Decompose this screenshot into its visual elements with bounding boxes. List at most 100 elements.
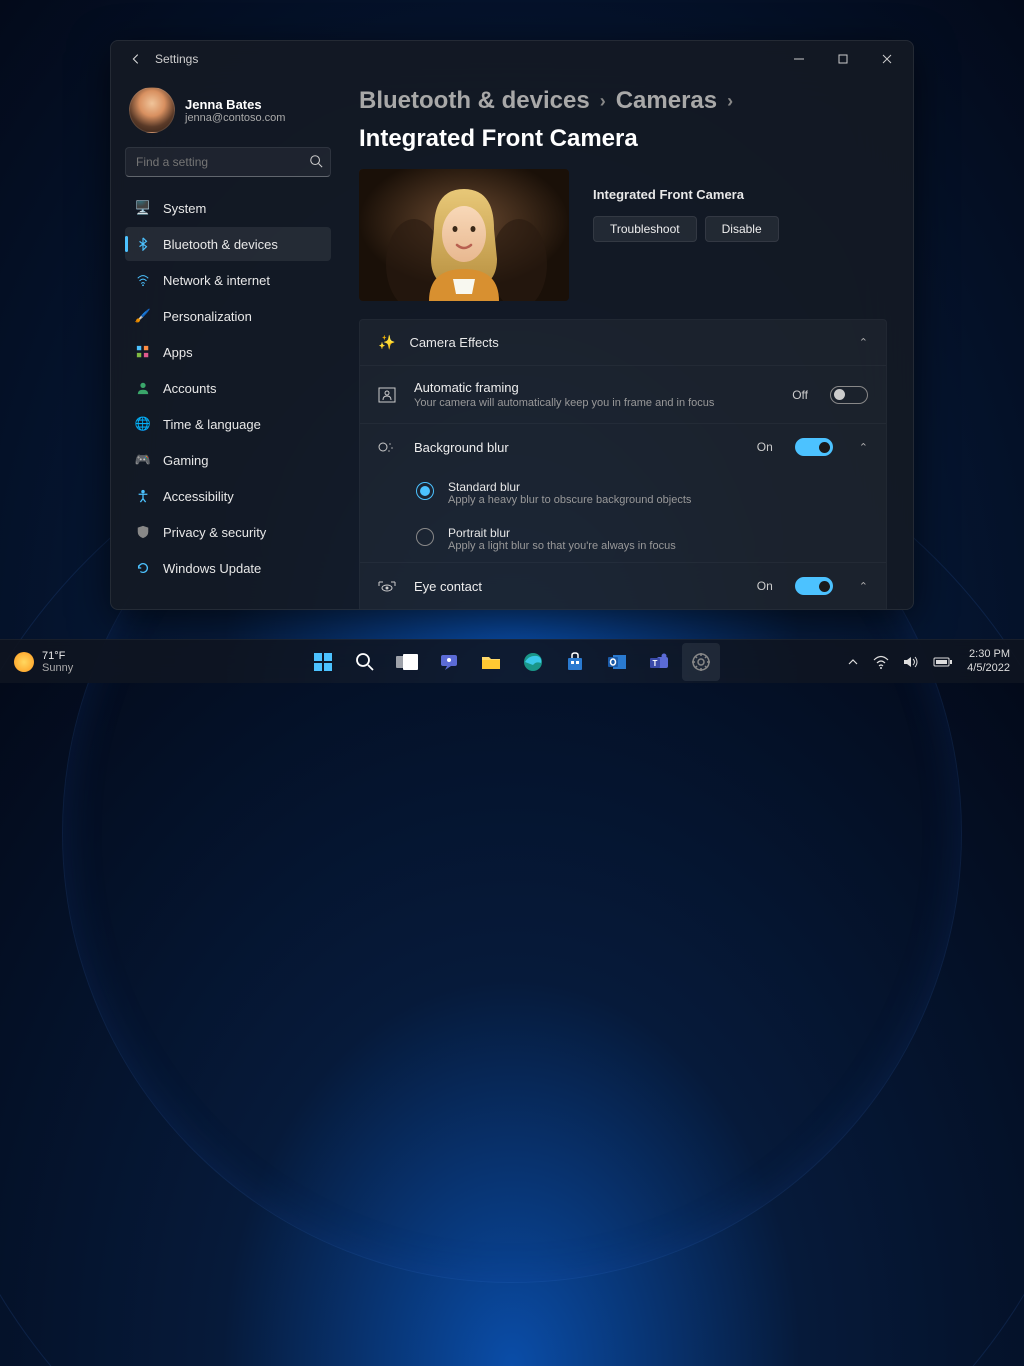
minimize-button[interactable] <box>777 43 821 75</box>
sidebar-item-privacy[interactable]: Privacy & security <box>125 515 331 549</box>
shield-icon <box>135 524 151 540</box>
window-title: Settings <box>155 52 777 66</box>
tray-chevron-icon[interactable] <box>847 656 859 668</box>
sidebar-item-bluetooth[interactable]: Bluetooth & devices <box>125 227 331 261</box>
blur-toggle[interactable] <box>795 438 833 456</box>
update-icon <box>135 560 151 576</box>
standard-blur-option[interactable]: Standard blur Apply a heavy blur to obsc… <box>360 470 886 516</box>
blur-title: Background blur <box>414 440 741 455</box>
titlebar: Settings <box>111 41 913 77</box>
sidebar: Jenna Bates jenna@contoso.com 🖥️ System <box>111 77 341 609</box>
camera-preview <box>359 169 569 301</box>
globe-icon: 🌐 <box>135 416 151 432</box>
svg-text:T: T <box>653 659 658 668</box>
option-title: Standard blur <box>448 480 691 494</box>
search-input[interactable] <box>125 147 331 177</box>
breadcrumb: Bluetooth & devices › Cameras › Integrat… <box>359 87 887 153</box>
eye-toggle[interactable] <box>795 577 833 595</box>
brush-icon: 🖌️ <box>135 308 151 324</box>
bluetooth-icon <box>135 236 151 252</box>
accessibility-icon <box>135 488 151 504</box>
tray-volume-icon[interactable] <box>903 655 919 669</box>
sparkle-icon: ✨ <box>378 334 395 351</box>
standard-blur-radio[interactable] <box>416 482 434 500</box>
weather-cond: Sunny <box>42 662 73 674</box>
edge-button[interactable] <box>514 643 552 681</box>
framing-icon <box>378 387 398 403</box>
task-view-button[interactable] <box>388 643 426 681</box>
apps-icon <box>135 344 151 360</box>
chevron-up-icon: ⌃ <box>859 580 868 593</box>
chat-button[interactable] <box>430 643 468 681</box>
automatic-framing-row: Automatic framing Your camera will autom… <box>360 365 886 423</box>
sidebar-item-network[interactable]: Network & internet <box>125 263 331 297</box>
sidebar-item-accounts[interactable]: Accounts <box>125 371 331 405</box>
avatar <box>129 87 175 133</box>
settings-window: Settings Jenna Bates jenna@contoso.com <box>110 40 914 610</box>
maximize-button[interactable] <box>821 43 865 75</box>
back-button[interactable] <box>125 52 147 66</box>
option-desc: Apply a light blur so that you're always… <box>448 540 676 552</box>
settings-button[interactable] <box>682 643 720 681</box>
search-button[interactable] <box>346 643 384 681</box>
sidebar-item-label: Apps <box>163 345 193 360</box>
framing-toggle[interactable] <box>830 386 868 404</box>
date: 4/5/2022 <box>967 662 1010 675</box>
search-icon <box>309 154 323 168</box>
blur-icon <box>378 439 398 455</box>
sidebar-item-accessibility[interactable]: Accessibility <box>125 479 331 513</box>
breadcrumb-bluetooth[interactable]: Bluetooth & devices <box>359 87 590 115</box>
chevron-right-icon: › <box>600 91 606 112</box>
portrait-blur-radio[interactable] <box>416 528 434 546</box>
tray-wifi-icon[interactable] <box>873 655 889 669</box>
sidebar-item-label: Accessibility <box>163 489 234 504</box>
eye-contact-row[interactable]: Eye contact On ⌃ <box>360 562 886 609</box>
sidebar-item-label: Windows Update <box>163 561 261 576</box>
teams-button[interactable]: T <box>640 643 678 681</box>
clock[interactable]: 2:30 PM 4/5/2022 <box>967 648 1010 674</box>
taskbar: 71°F Sunny T <box>0 639 1024 683</box>
weather-widget[interactable]: 71°F Sunny <box>14 650 73 674</box>
start-button[interactable] <box>304 643 342 681</box>
sidebar-item-label: Privacy & security <box>163 525 266 540</box>
portrait-blur-option[interactable]: Portrait blur Apply a light blur so that… <box>360 516 886 562</box>
eye-state: On <box>757 579 773 593</box>
sidebar-item-label: Time & language <box>163 417 261 432</box>
sidebar-item-apps[interactable]: Apps <box>125 335 331 369</box>
camera-effects-panel: ✨ Camera Effects ⌃ Automatic framing You… <box>359 319 887 609</box>
disable-button[interactable]: Disable <box>705 216 779 242</box>
sidebar-item-gaming[interactable]: 🎮 Gaming <box>125 443 331 477</box>
gamepad-icon: 🎮 <box>135 452 151 468</box>
eye-title: Eye contact <box>414 579 741 594</box>
camera-effects-header[interactable]: ✨ Camera Effects ⌃ <box>360 320 886 365</box>
outlook-button[interactable] <box>598 643 636 681</box>
chevron-up-icon: ⌃ <box>859 336 868 349</box>
weather-icon <box>14 652 34 672</box>
breadcrumb-cameras[interactable]: Cameras <box>616 87 717 115</box>
framing-state: Off <box>792 388 808 402</box>
breadcrumb-current: Integrated Front Camera <box>359 125 638 153</box>
framing-desc: Your camera will automatically keep you … <box>414 397 776 409</box>
person-icon <box>135 380 151 396</box>
nav-list: 🖥️ System Bluetooth & devices Network & … <box>125 191 331 585</box>
sidebar-item-time[interactable]: 🌐 Time & language <box>125 407 331 441</box>
close-button[interactable] <box>865 43 909 75</box>
sidebar-item-update[interactable]: Windows Update <box>125 551 331 585</box>
user-email: jenna@contoso.com <box>185 112 285 124</box>
framing-title: Automatic framing <box>414 380 776 395</box>
explorer-button[interactable] <box>472 643 510 681</box>
background-blur-row[interactable]: Background blur On ⌃ <box>360 423 886 470</box>
chevron-right-icon: › <box>727 91 733 112</box>
sidebar-item-system[interactable]: 🖥️ System <box>125 191 331 225</box>
wifi-icon <box>135 272 151 288</box>
main-content: Bluetooth & devices › Cameras › Integrat… <box>341 77 913 609</box>
time: 2:30 PM <box>967 648 1010 661</box>
store-button[interactable] <box>556 643 594 681</box>
camera-name: Integrated Front Camera <box>593 187 779 202</box>
tray-battery-icon[interactable] <box>933 656 953 668</box>
troubleshoot-button[interactable]: Troubleshoot <box>593 216 697 242</box>
sidebar-item-personalization[interactable]: 🖌️ Personalization <box>125 299 331 333</box>
sidebar-item-label: Network & internet <box>163 273 270 288</box>
user-profile[interactable]: Jenna Bates jenna@contoso.com <box>125 83 331 147</box>
sidebar-item-label: Bluetooth & devices <box>163 237 278 252</box>
